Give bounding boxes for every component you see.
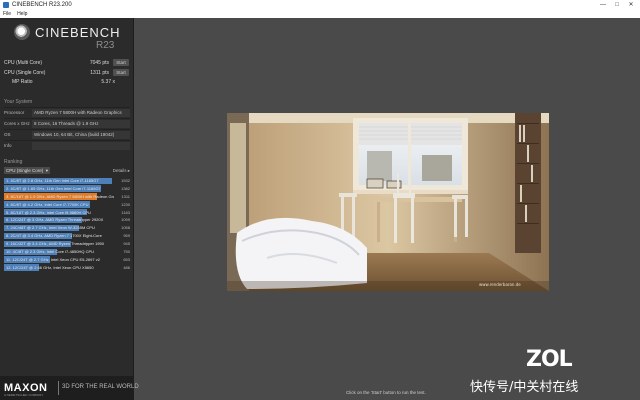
score-label: CPU (Single Core) [4,69,46,76]
system-value: AMD Ryzen 7 5800H with Radeon Graphics [32,108,130,117]
system-info-input[interactable] [32,141,130,150]
cinebench-logo: CINEBENCH [14,24,121,40]
ranking-cpu-label: 4. 8C/8T @ 4.2 GHz, Intel Core i7-7700K … [6,201,89,207]
system-row-cores: Cores x GHz 8 Cores, 16 Threads @ 1.9 GH… [4,118,130,128]
menu-help[interactable]: Help [17,11,27,17]
chevron-down-icon: ▾ [45,168,48,173]
system-label: OS [4,132,11,137]
details-toggle[interactable]: Details ▸ [113,168,130,174]
ranking-score: 1183 [121,209,130,215]
minimize-button[interactable]: — [596,0,610,10]
score-label: CPU (Multi Core) [4,59,43,66]
ranking-score: 1230 [121,201,130,207]
ranking-item-your-score: 3. 8C/16T @ 1.9 GHz, AMD Ryzen 7 5800H w… [4,193,130,200]
render-credit: www.renderbaron.de [479,282,521,287]
window-controls: — □ ✕ [596,0,638,10]
ranking-cpu-label: 1. 4C/8T @ 2.8 GHz, 11th Gen Intel Core … [6,178,99,183]
ranking-item: 7. 24C/48T @ 2.7 GHz, Intel Xeon W-3265M… [4,224,130,232]
start-multi-core-button[interactable]: Start [113,59,129,66]
ranking-score: 959 [123,233,130,239]
logo-version: R23 [96,40,115,51]
window-title: CINEBENCH R23.200 [12,2,72,8]
maximize-button[interactable]: □ [610,0,624,10]
system-row-info: Info [4,140,130,150]
ranking-item: 6. 12C/24T @ 3 GHz, AMD Ryzen Threadripp… [4,216,130,224]
ranking-score: 653 [123,256,130,262]
ranking-score: 1382 [121,185,130,191]
ranking-cpu-label: 2. 4C/8T @ 1.69 GHz, 11th Gen Intel Core… [6,185,101,191]
footer-divider [58,381,59,395]
cinema4d-sphere-icon [14,24,30,40]
ranking-cpu-label: 7. 24C/48T @ 2.7 GHz, Intel Xeon W-3265M… [6,225,95,231]
ranking-cpu-label: 10. 4C/8T @ 2.3 GHz, Intel Core i7-4850H… [6,249,95,255]
ranking-cpu-label: 11. 12C/24T @ 2.7 GHz, Intel Xeon CPU E5… [6,256,100,262]
room-render-svg: www.renderbaron.de [227,113,549,291]
system-label: Cores x GHz [4,121,30,126]
ranking-item: 4. 8C/8T @ 4.2 GHz, Intel Core i7-7700K … [4,201,130,208]
ranking-score: 1058 [121,225,130,231]
ranking-score: 750 [123,249,130,255]
system-value: Windows 10, 64 Bit, China (build 19042) [32,130,130,139]
window-titlebar: CINEBENCH R23.200 — □ ✕ [0,0,640,10]
system-label: Info [4,143,12,148]
ranking-title: Ranking [4,159,23,165]
mp-ratio-value: 5.37 x [101,79,115,85]
menu-file[interactable]: File [3,11,11,17]
ranking-item: 10. 4C/8T @ 2.3 GHz, Intel Core i7-4850H… [4,248,130,255]
system-value: 8 Cores, 16 Threads @ 1.9 GHz [32,119,130,128]
system-row-processor: Processor AMD Ryzen 7 5800H with Radeon … [4,107,130,117]
ranking-item: 5. 8C/16T @ 2.3 GHz, Intel Core i9-9880H… [4,209,130,216]
mp-ratio-row: MP Ratio 5.37 x [12,79,130,85]
score-row-single-core: CPU (Single Core) 1311 pts Start [4,68,130,77]
zol-watermark-text: 快传号/中关村在线 [470,380,579,395]
ranking-item: 2. 4C/8T @ 1.69 GHz, 11th Gen Intel Core… [4,185,130,192]
maxon-subtitle: A NEMETSCHEK COMPANY [4,393,44,397]
cinebench-app-icon [3,2,9,8]
ranking-item: 1. 4C/8T @ 2.8 GHz, 11th Gen Intel Core … [4,177,130,184]
ranking-item: 11. 12C/24T @ 2.7 GHz, Intel Xeon CPU E5… [4,256,130,263]
brand-tagline: 3D FOR THE REAL WORLD [62,384,139,390]
ranking-item: 8. 2C/4T @ 3.4 GHz, AMD Ryzen 7 1700X Ei… [4,232,130,240]
status-message: Click on the 'Start' button to run the t… [346,390,426,395]
ranking-cpu-label: 6. 12C/24T @ 3 GHz, AMD Ryzen Threadripp… [6,217,104,223]
close-button[interactable]: ✕ [624,0,638,10]
ranking-type-dropdown[interactable]: CPU (Single Core) ▾ [4,167,50,174]
ranking-cpu-label: 3. 8C/16T @ 1.9 GHz, AMD Ryzen 7 5800H w… [6,193,114,199]
ranking-score: 486 [123,264,130,270]
ranking-list: 1. 4C/8T @ 2.8 GHz, 11th Gen Intel Core … [4,177,130,272]
system-row-os: OS Windows 10, 64 Bit, China (build 1904… [4,129,130,139]
ranking-item: 9. 16C/32T @ 3.4 GHz, AMD Ryzen Threadri… [4,240,130,248]
score-row-multi-core: CPU (Multi Core) 7045 pts Start [4,58,130,67]
score-value: 1311 pts [90,69,109,76]
score-value: 7045 pts [89,59,109,66]
ranking-cpu-label: 9. 16C/32T @ 3.4 GHz, AMD Ryzen Threadri… [6,241,104,247]
ranking-score: 945 [123,241,130,247]
ranking-controls: CPU (Single Core) ▾ Details ▸ [4,167,130,174]
system-label: Processor [4,110,25,115]
render-preview-image: www.renderbaron.de [227,113,549,291]
mp-ratio-label: MP Ratio [12,79,33,85]
ranking-score: 1099 [121,217,130,223]
ranking-cpu-label: 12. 12C/24T @ 2.66 GHz, Intel Xeon CPU X… [6,264,94,270]
ranking-score: 1532 [121,178,130,183]
your-system-title: Your System [4,99,33,105]
menu-bar: File Help [0,10,640,18]
ranking-cpu-label: 5. 8C/16T @ 2.3 GHz, Intel Core i9-9880H… [6,209,91,215]
ranking-item: 12. 12C/24T @ 2.66 GHz, Intel Xeon CPU X… [4,264,130,271]
start-single-core-button[interactable]: Start [113,69,129,76]
zol-watermark-logo: ZOL [526,347,573,372]
logo-name: CINEBENCH [35,24,121,40]
ranking-cpu-label: 8. 2C/4T @ 3.4 GHz, AMD Ryzen 7 1700X Ei… [6,233,102,239]
ranking-score: 1311 [121,193,130,199]
